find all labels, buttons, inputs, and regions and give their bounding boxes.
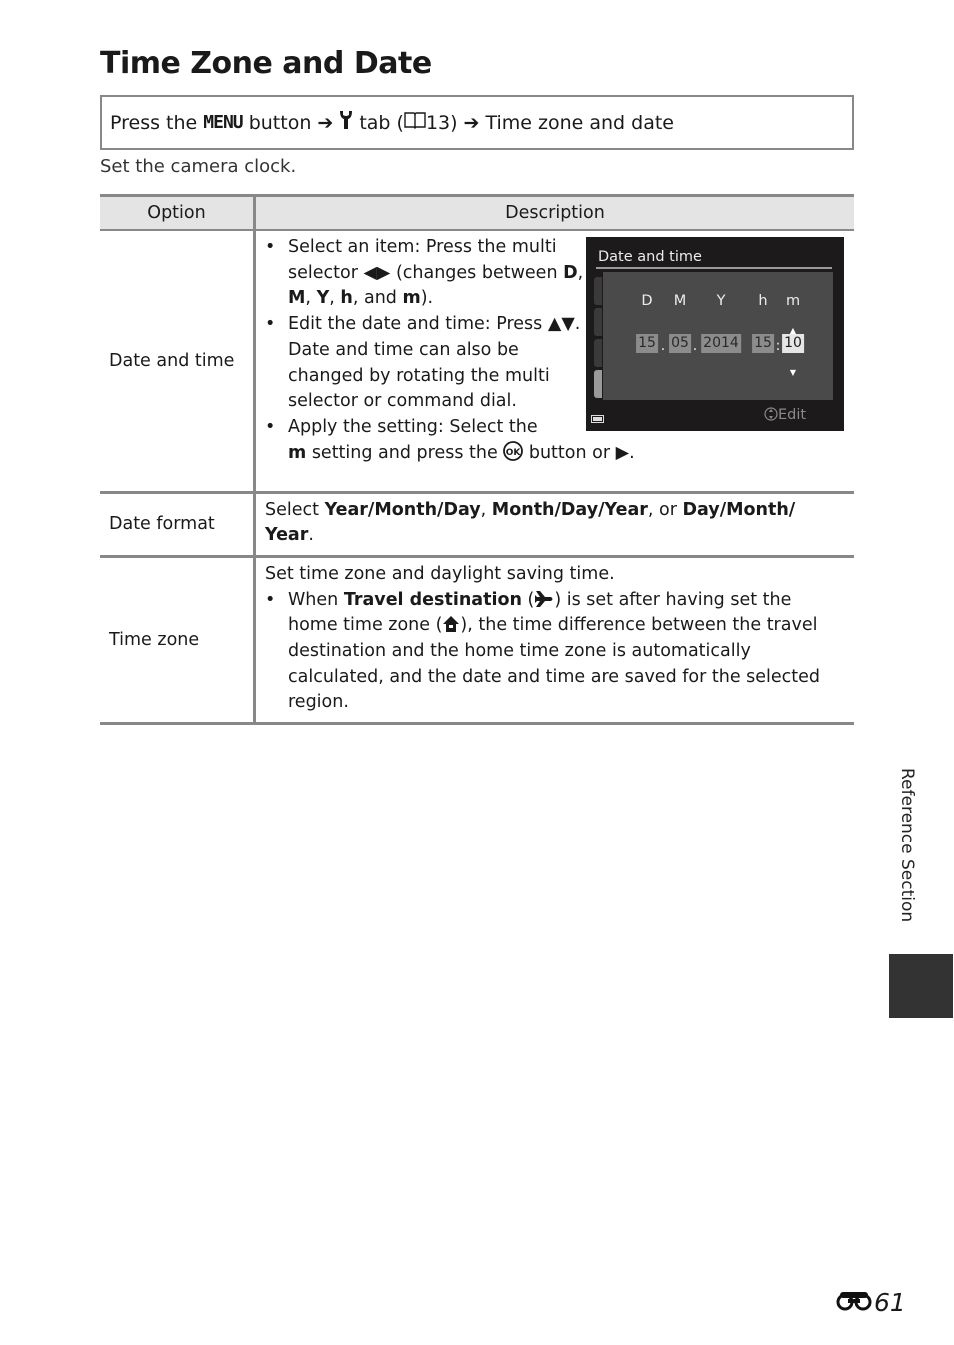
option-description: Select an item: Press the multi selector…: [254, 230, 854, 494]
header-description: Description: [254, 194, 854, 231]
screen-menu-tabs: [594, 277, 602, 401]
nav-button-word: button: [248, 111, 312, 134]
nav-destination: Time zone and date: [485, 111, 674, 134]
option-description: Select Year/Month/Day, Month/Day/Year, o…: [254, 492, 854, 558]
section-side-label: Reference Section: [897, 768, 917, 923]
time-separator: :: [775, 338, 781, 354]
up-down-arrows-icon: ▲▼: [547, 314, 575, 335]
decrement-arrow-icon: ▼: [789, 368, 797, 377]
screen-tab-active: [594, 370, 602, 398]
field-year: 2014: [701, 334, 741, 353]
section-tab-marker: [889, 954, 953, 1018]
field-day: 15: [636, 334, 658, 353]
menu-path-box: Press the MENU button ➔ tab ( 13) ➔ Time…: [100, 95, 854, 150]
airplane-icon: [534, 590, 554, 610]
field-label-hour: h: [758, 293, 768, 309]
arrow-right-icon: ➔: [317, 111, 334, 134]
date-separator: .: [660, 338, 666, 354]
svg-text:OK: OK: [506, 448, 522, 458]
battery-icon: [591, 415, 604, 423]
field-minute-selected: 10: [782, 334, 804, 353]
book-reference-icon: [404, 111, 426, 134]
table-row: Date and time Select an item: Press the …: [100, 230, 854, 494]
option-name: Time zone: [100, 556, 256, 726]
left-right-arrows-icon: ◀▶: [363, 262, 391, 283]
header-option: Option: [100, 194, 256, 231]
option-description: Set time zone and daylight saving time. …: [254, 556, 854, 726]
edit-hint: Edit: [764, 403, 806, 429]
table-row: Date format Select Year/Month/Day, Month…: [100, 492, 854, 558]
right-arrow-icon: ▶: [615, 442, 630, 463]
field-label-month: M: [673, 293, 687, 309]
field-label-year: Y: [716, 293, 726, 309]
time-zone-intro: Set time zone and daylight saving time.: [265, 563, 615, 584]
camera-screen-preview: Date and time D M Y h m ▲ 15 . 05 . 2014…: [586, 237, 844, 431]
date-separator: .: [692, 338, 698, 354]
screen-tab: [594, 308, 602, 336]
table-row: Time zone Set time zone and daylight sav…: [100, 556, 854, 726]
field-label-minute: m: [785, 293, 801, 309]
nav-prefix: Press the: [110, 111, 198, 134]
multi-selector-icon: [764, 407, 778, 423]
nav-tab-word: tab (: [359, 111, 404, 134]
intro-text: Set the camera clock.: [100, 156, 297, 177]
binoculars-icon: [836, 1288, 874, 1317]
field-label-day: D: [641, 293, 653, 309]
date-time-panel: D M Y h m ▲ 15 . 05 . 2014 15: 10 ▼: [603, 272, 833, 400]
field-hour: 15: [752, 334, 774, 353]
home-icon: [442, 615, 460, 635]
bullet-item: Select an item: Press the multi selector…: [265, 235, 588, 312]
table-header-row: Option Description: [100, 194, 854, 231]
screen-tab: [594, 339, 602, 367]
page-number-text: 61: [874, 1288, 906, 1317]
screen-tab: [594, 277, 602, 305]
bullet-item: When Travel destination () is set after …: [265, 588, 846, 717]
wrench-icon: [339, 110, 353, 135]
option-name: Date and time: [100, 230, 256, 494]
screen-title-rule: [596, 267, 832, 269]
field-month: 05: [669, 334, 691, 353]
page-number: 61: [836, 1288, 906, 1317]
nav-page-ref: 13): [425, 111, 458, 134]
page-title: Time Zone and Date: [100, 46, 432, 81]
options-table: Option Description Date and time Select …: [100, 194, 854, 726]
ok-button-icon: OK: [503, 440, 524, 463]
menu-button-label: MENU: [203, 112, 243, 133]
bullet-item: Edit the date and time: Press ▲▼. Date a…: [265, 312, 588, 415]
option-name: Date format: [100, 492, 256, 558]
arrow-right-icon: ➔: [463, 111, 480, 134]
